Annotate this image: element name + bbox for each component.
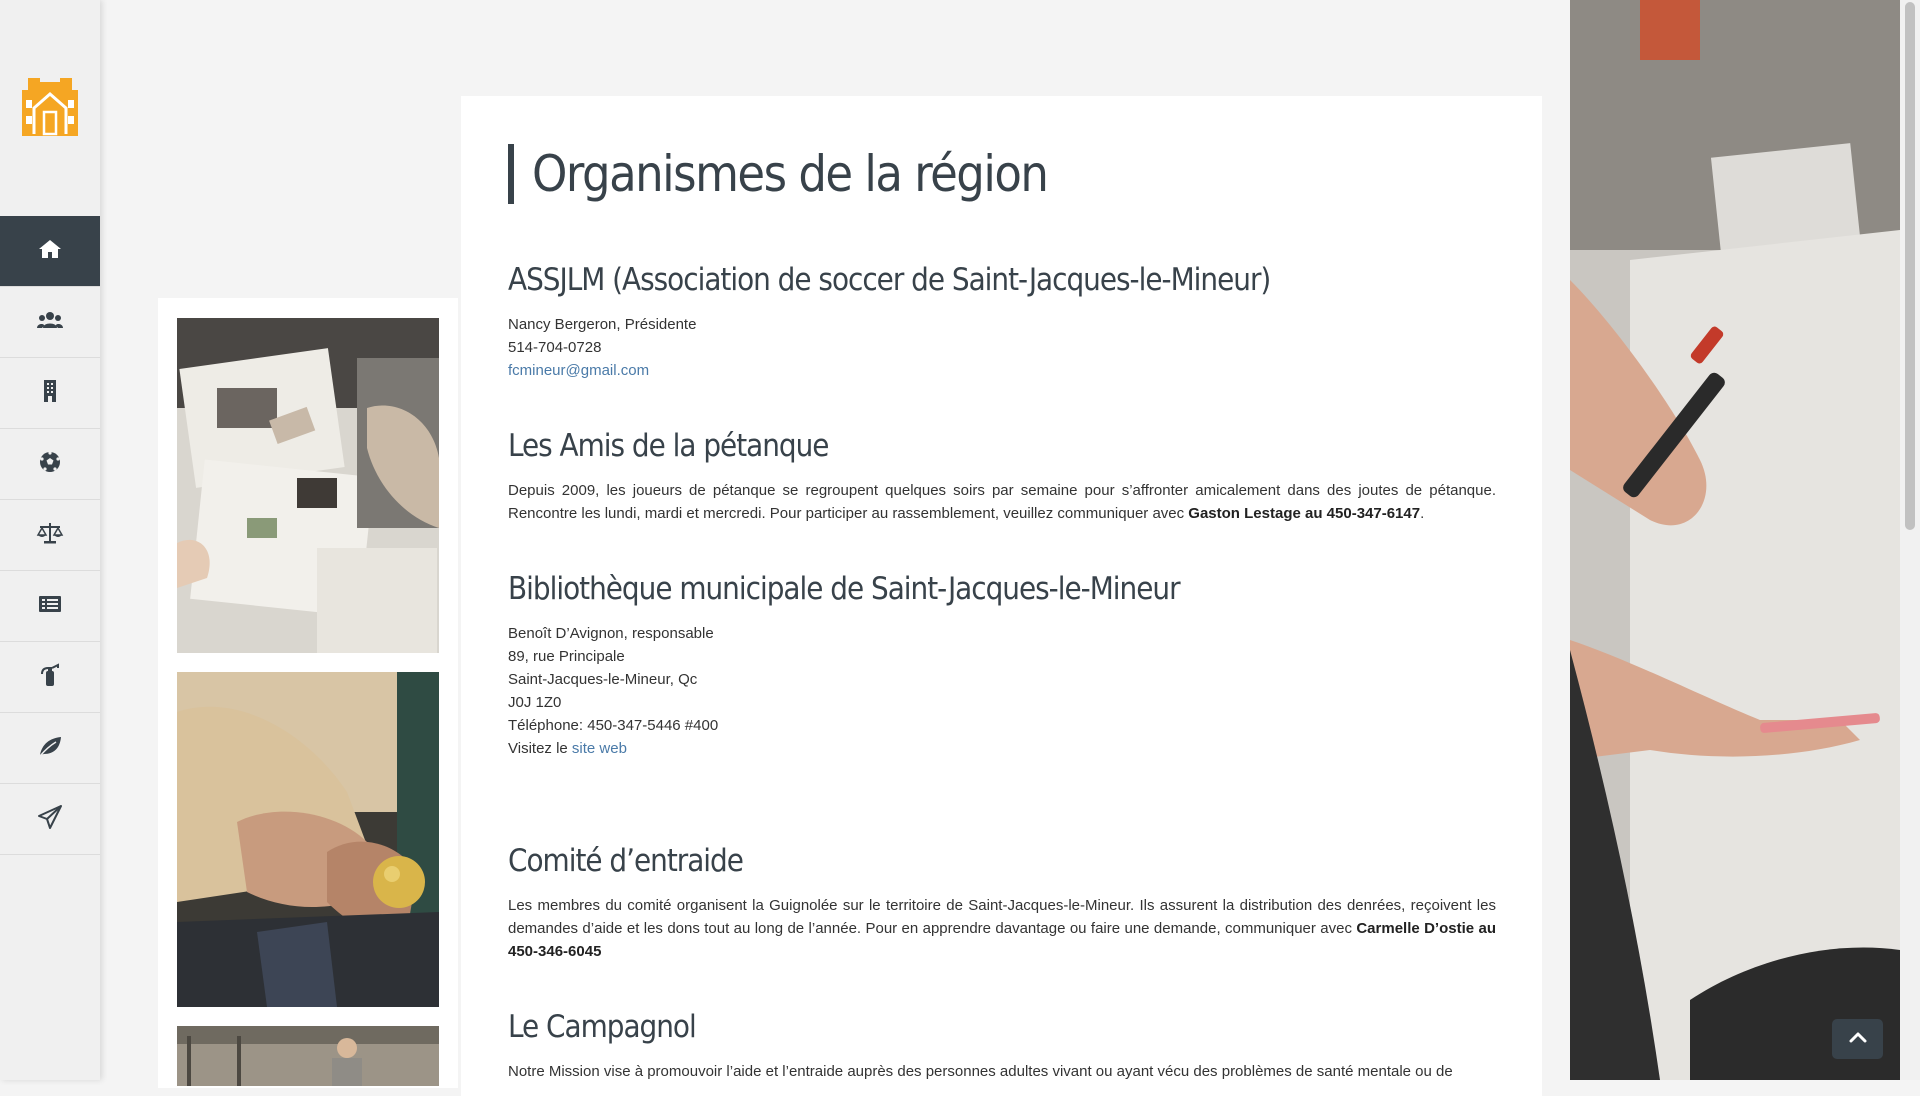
page-title: Organismes de la région (508, 144, 1049, 204)
section-assjlm: ASSJLM (Association de soccer de Saint-J… (508, 261, 1496, 382)
section-bibliotheque: Bibliothèque municipale de Saint-Jacques… (508, 570, 1496, 760)
nav-item-building[interactable] (0, 358, 100, 429)
contact-phone: Téléphone: 450-347-5446 #400 (508, 717, 719, 734)
section-title: Comité d’entraide (508, 843, 744, 879)
section-title: ASSJLM (Association de soccer de Saint-J… (508, 262, 1271, 298)
chevron-up-icon (1848, 1027, 1868, 1052)
building-icon (36, 377, 64, 410)
users-icon (36, 306, 64, 339)
main-content: Organismes de la région ASSJLM (Associat… (461, 96, 1542, 1096)
contact-name: Nancy Bergeron, Présidente (508, 316, 697, 333)
address-line-1: 89, rue Principale (508, 648, 625, 665)
scales-icon (36, 519, 64, 552)
home-icon (36, 235, 64, 268)
contact-name: Benoît D’Avignon, responsable (508, 625, 714, 642)
nav-item-users[interactable] (0, 287, 100, 358)
text-body: Les membres du comité organisent la Guig… (508, 897, 1496, 937)
background-photo (1570, 0, 1900, 1080)
leaf-icon (36, 732, 64, 765)
nav-item-sports[interactable] (0, 429, 100, 500)
fire-extinguisher-icon (36, 661, 64, 694)
photo-magazines (177, 318, 439, 653)
house-logo-icon[interactable] (20, 76, 80, 138)
email-link[interactable]: fcmineur@gmail.com (508, 359, 1496, 382)
scrollbar-thumb[interactable] (1905, 2, 1915, 530)
page-scrollbar[interactable] (1900, 0, 1920, 1080)
section-entraide: Comité d’entraide Les membres du comité … (508, 842, 1496, 963)
image-column (158, 298, 458, 1088)
section-text: Depuis 2009, les joueurs de pétanque se … (508, 479, 1496, 525)
sidebar (0, 0, 100, 1080)
text-end: . (1420, 505, 1425, 522)
contact-bold: Gaston Lestage au 450-347-6147 (1188, 505, 1421, 522)
section-text: Les membres du comité organisent la Guig… (508, 894, 1496, 963)
back-to-top-button[interactable] (1832, 1019, 1883, 1059)
address-line-2: Saint-Jacques-le-Mineur, Qc (508, 671, 698, 688)
paper-plane-icon (36, 803, 64, 836)
section-petanque: Les Amis de la pétanque Depuis 2009, les… (508, 427, 1496, 525)
photo-petanque (177, 672, 439, 1007)
nav-item-contact[interactable] (0, 784, 100, 855)
visit-line: Visitez le site web (508, 737, 1496, 760)
website-link[interactable]: site web (572, 740, 627, 757)
nav-item-fire[interactable] (0, 642, 100, 713)
nav-item-environment[interactable] (0, 713, 100, 784)
section-title: Les Amis de la pétanque (508, 428, 829, 464)
visit-prefix: Visitez le (508, 740, 572, 757)
sidebar-nav (0, 216, 100, 855)
contact-phone: 514-704-0728 (508, 339, 602, 356)
section-title: Bibliothèque municipale de Saint-Jacques… (508, 571, 1181, 607)
nav-item-list[interactable] (0, 571, 100, 642)
section-campagnol: Le Campagnol Notre Mission vise à promou… (508, 1008, 1496, 1083)
nav-item-home[interactable] (0, 216, 100, 287)
postal-code: J0J 1Z0 (508, 694, 562, 711)
photo-people (177, 1026, 439, 1086)
soccer-ball-icon (36, 448, 64, 481)
section-title: Le Campagnol (508, 1009, 697, 1045)
nav-item-justice[interactable] (0, 500, 100, 571)
list-icon (36, 590, 64, 623)
